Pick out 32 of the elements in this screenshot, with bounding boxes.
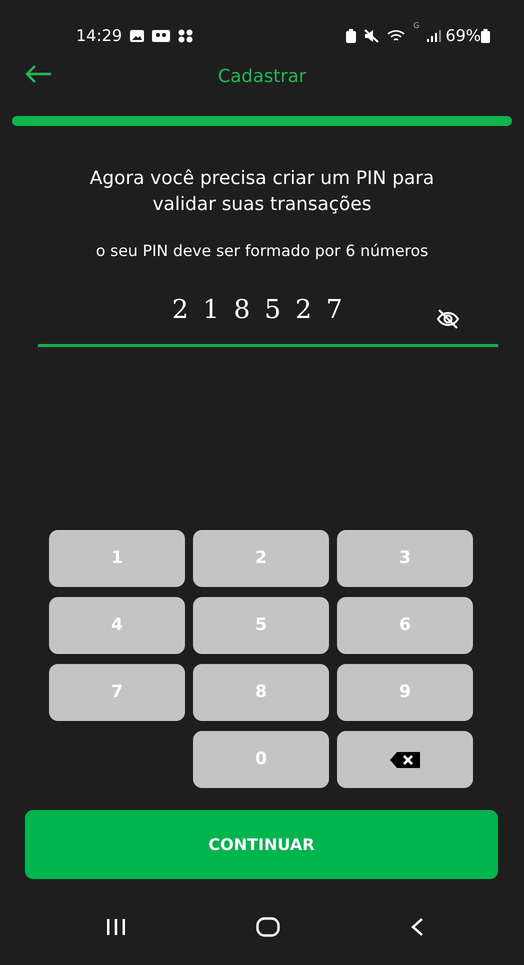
backspace-key[interactable] xyxy=(337,731,473,788)
recent-apps-icon[interactable] xyxy=(106,918,126,936)
digit-key[interactable]: 9 xyxy=(337,664,473,722)
digit-key[interactable]: 6 xyxy=(337,597,473,654)
digit-key[interactable]: 3 xyxy=(337,530,473,588)
status-time: 14:29 xyxy=(76,25,122,47)
signal-icon xyxy=(427,30,442,42)
battery-icon xyxy=(481,29,490,43)
mute-icon xyxy=(364,29,380,43)
eye-slash-icon[interactable] xyxy=(436,309,460,330)
back-arrow-icon[interactable] xyxy=(24,64,52,84)
network-type: G xyxy=(413,20,420,32)
instruction-heading: Agora você precisa criar um PIN para validar suas transações xyxy=(88,167,436,217)
apps-icon xyxy=(178,29,194,43)
pin-hint: o seu PIN deve ser formado por 6 números xyxy=(94,241,430,262)
digit-key[interactable]: 1 xyxy=(49,530,185,588)
digit-key[interactable]: 0 xyxy=(193,731,329,788)
home-icon[interactable] xyxy=(256,917,280,938)
digit-key[interactable]: 2 xyxy=(193,530,329,588)
digit-key[interactable]: 7 xyxy=(49,664,185,722)
wifi-icon xyxy=(387,29,406,43)
continue-button[interactable]: CONTINUAR xyxy=(25,810,498,880)
gallery-icon xyxy=(130,30,144,42)
pin-field[interactable]: 2 1 8 5 2 7 xyxy=(38,287,498,348)
digit-key[interactable]: 4 xyxy=(49,597,185,654)
page-title: Cadastrar xyxy=(218,64,306,88)
digit-key[interactable]: 8 xyxy=(193,664,329,722)
backspace-icon xyxy=(389,750,421,769)
digit-key[interactable]: 5 xyxy=(193,597,329,654)
back-icon[interactable] xyxy=(410,917,424,938)
voicemail-icon xyxy=(152,30,170,42)
battery-level: 69% xyxy=(445,25,481,47)
